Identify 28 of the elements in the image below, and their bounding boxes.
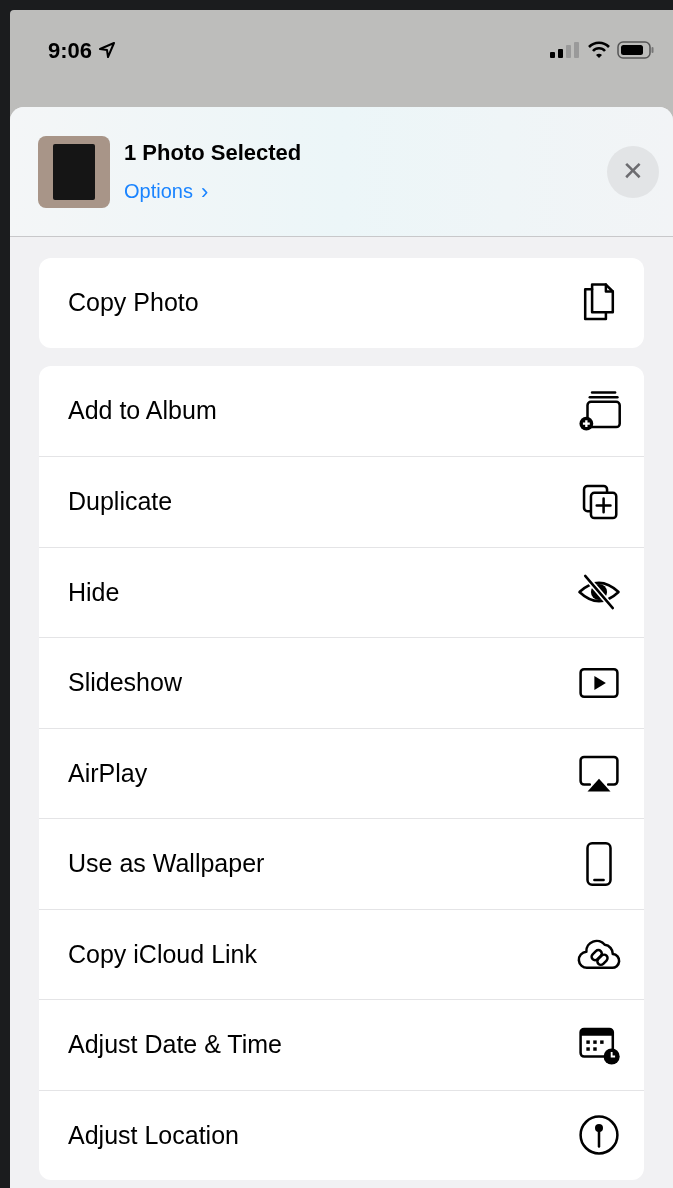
action-label: Slideshow — [68, 667, 182, 698]
action-label: Use as Wallpaper — [68, 848, 265, 879]
action-label: Adjust Date & Time — [68, 1029, 282, 1060]
action-label: AirPlay — [68, 757, 148, 789]
status-time: 9:06 — [48, 36, 93, 65]
action-row[interactable]: Copy Photo — [39, 258, 644, 348]
battery-icon — [617, 40, 655, 60]
sheet-title: 1 Photo Selected — [124, 138, 303, 167]
location-arrow-icon — [98, 41, 117, 59]
action-label: Duplicate — [68, 486, 173, 517]
action-label: Copy Photo — [68, 287, 199, 319]
action-row[interactable]: Use as Wallpaper — [39, 818, 644, 909]
action-row[interactable]: Adjust Date & Time — [39, 999, 644, 1090]
action-row[interactable]: Add to Album — [39, 366, 644, 456]
action-row[interactable]: Duplicate — [39, 456, 644, 547]
action-row[interactable]: Hide — [39, 546, 644, 637]
action-label: Adjust Location — [68, 1119, 239, 1151]
action-label: Add to Album — [68, 395, 217, 427]
action-label: Hide — [68, 576, 120, 608]
close-button[interactable]: ✕ — [607, 145, 659, 198]
action-row[interactable]: Adjust Location — [39, 1089, 644, 1180]
action-row[interactable]: Copy iCloud Link — [39, 908, 644, 999]
action-label: Copy iCloud Link — [68, 938, 257, 970]
wifi-icon — [587, 41, 611, 59]
album-add-icon — [576, 388, 622, 434]
signal-icon — [549, 41, 581, 59]
action-row[interactable]: AirPlay — [39, 727, 644, 818]
action-row[interactable]: Slideshow — [39, 637, 644, 728]
